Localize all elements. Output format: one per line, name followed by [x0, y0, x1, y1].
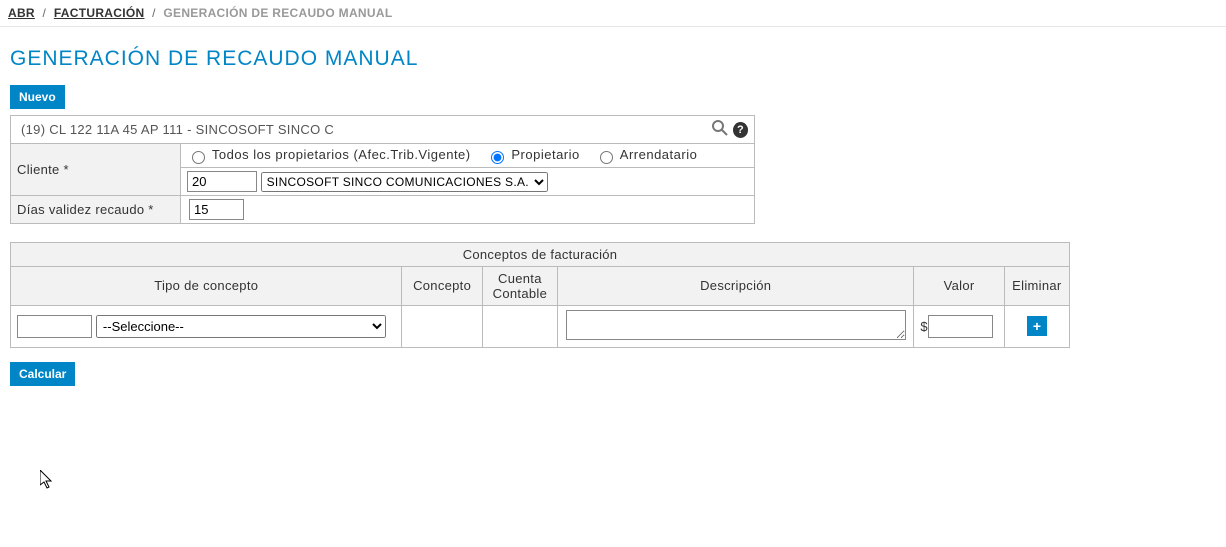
search-input[interactable]	[17, 118, 711, 141]
row-tipo-select[interactable]: --Seleccione--	[96, 315, 386, 338]
breadcrumb: ABR / FACTURACIÓN / GENERACIÓN DE RECAUD…	[0, 0, 1226, 27]
page-title: GENERACIÓN DE RECAUDO MANUAL	[10, 47, 1216, 71]
breadcrumb-current: GENERACIÓN DE RECAUDO MANUAL	[163, 6, 392, 20]
radio-arrendatario[interactable]	[600, 151, 613, 164]
breadcrumb-abr[interactable]: ABR	[8, 6, 35, 20]
cliente-label: Cliente *	[11, 144, 181, 196]
col-valor: Valor	[914, 266, 1004, 305]
col-concepto: Concepto	[402, 266, 482, 305]
nuevo-button[interactable]: Nuevo	[10, 85, 65, 109]
cliente-codigo-input[interactable]	[187, 171, 257, 192]
table-row: --Seleccione-- $ +	[11, 305, 1070, 347]
row-codigo-input[interactable]	[17, 315, 92, 338]
radio-propietario-wrap[interactable]: Propietario	[486, 147, 580, 164]
grid-group-header: Conceptos de facturación	[11, 242, 1070, 266]
col-descripcion: Descripción	[558, 266, 914, 305]
radio-arrendatario-label: Arrendatario	[620, 147, 698, 162]
row-cuenta-cell	[482, 305, 557, 347]
cursor-icon	[40, 470, 56, 490]
dias-validez-label: Días validez recaudo *	[11, 195, 181, 223]
row-valor-input[interactable]	[928, 315, 993, 338]
radio-propietario-label: Propietario	[511, 147, 579, 162]
col-eliminar: Eliminar	[1004, 266, 1069, 305]
radio-todos-label: Todos los propietarios (Afec.Trib.Vigent…	[212, 147, 471, 162]
calcular-button[interactable]: Calcular	[10, 362, 75, 386]
radio-todos-wrap[interactable]: Todos los propietarios (Afec.Trib.Vigent…	[187, 147, 471, 164]
col-cuenta: Cuenta Contable	[482, 266, 557, 305]
radio-propietario[interactable]	[491, 151, 504, 164]
dias-validez-input[interactable]	[189, 199, 244, 220]
row-concepto-cell	[402, 305, 482, 347]
header-table: ? Cliente * Todos los propietarios (Afec…	[10, 115, 755, 224]
add-button[interactable]: +	[1027, 316, 1047, 336]
radio-todos[interactable]	[192, 151, 205, 164]
radio-arrendatario-wrap[interactable]: Arrendatario	[595, 147, 697, 164]
help-icon[interactable]: ?	[733, 122, 748, 138]
valor-prefix: $	[920, 319, 928, 334]
search-icon[interactable]	[711, 119, 729, 140]
col-tipo: Tipo de concepto	[11, 266, 402, 305]
breadcrumb-facturacion[interactable]: FACTURACIÓN	[54, 6, 145, 20]
conceptos-table: Conceptos de facturación Tipo de concept…	[10, 242, 1070, 348]
cliente-select[interactable]: SINCOSOFT SINCO COMUNICACIONES S.A.	[261, 172, 548, 192]
row-descripcion-textarea[interactable]	[566, 310, 906, 340]
